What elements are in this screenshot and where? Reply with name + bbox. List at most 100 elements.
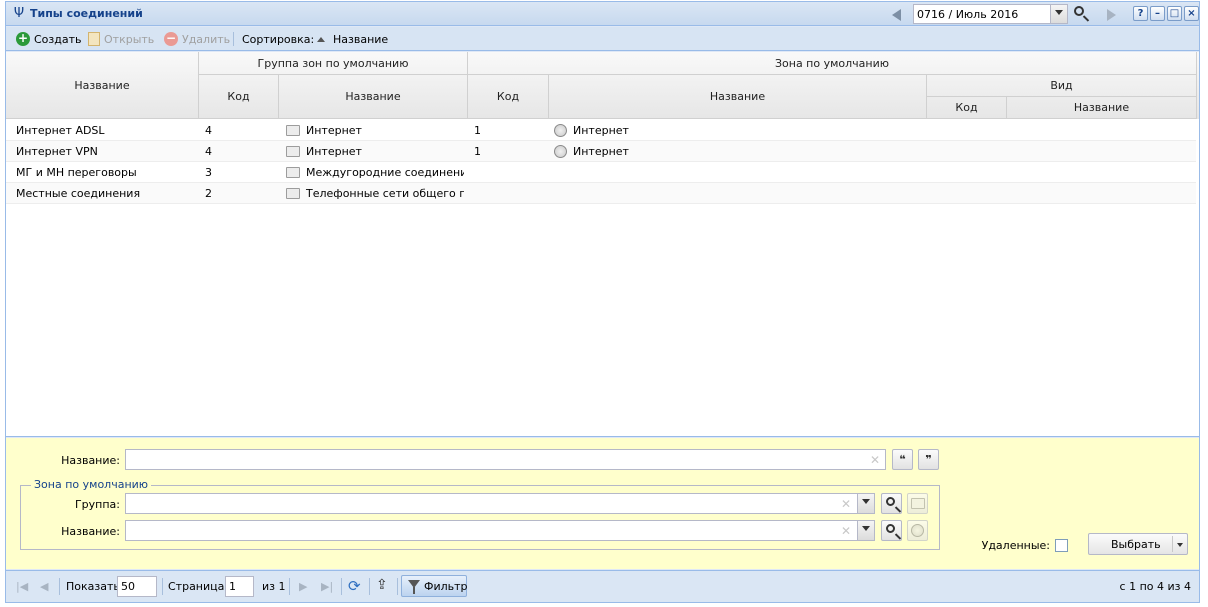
- period-next-button[interactable]: [1099, 4, 1121, 24]
- plus-icon: +: [16, 31, 30, 46]
- sort-field-label: Название: [333, 32, 389, 46]
- refresh-icon[interactable]: ⟳: [348, 577, 361, 595]
- export-icon[interactable]: ⇪: [376, 577, 388, 593]
- select-button[interactable]: Выбрать: [1088, 533, 1188, 555]
- window: Ψ Типы соединений 0716 / Июль 2016 ? – □…: [5, 1, 1200, 603]
- toolbar: + Создать Открыть − Удалить Сортировка: …: [6, 27, 1199, 51]
- arrow-right-icon: [1107, 9, 1116, 21]
- table-row[interactable]: МГ и МН переговоры 3 Междугородние соеди…: [6, 162, 1196, 183]
- filter-panel: Название: ✕ ❝ ❞ Зона по умолчанию Группа…: [6, 438, 1199, 569]
- minimize-button[interactable]: –: [1150, 6, 1165, 21]
- filter-zone-name-label: Название:: [61, 525, 120, 538]
- zone-open-button[interactable]: [907, 520, 928, 541]
- globe-icon: [911, 524, 924, 537]
- create-label: Создать: [34, 32, 82, 46]
- zone-group-icon: [286, 167, 300, 178]
- open-button[interactable]: Открыть: [88, 31, 154, 47]
- paging-separator: [59, 578, 60, 595]
- page-size-label: Показать: [66, 580, 120, 593]
- period-select[interactable]: 0716 / Июль 2016: [913, 4, 1068, 24]
- sort-field-button[interactable]: Название: [317, 31, 388, 47]
- cell-zone-code: 1: [474, 124, 481, 137]
- paging-separator: [341, 578, 342, 595]
- col-zone-name[interactable]: Название: [549, 75, 927, 119]
- paging-separator: [289, 578, 290, 595]
- cell-group-name-text: Телефонные сети общего по...: [306, 187, 464, 200]
- maximize-button[interactable]: □: [1167, 6, 1182, 21]
- first-page-icon[interactable]: |◀: [16, 580, 28, 593]
- chevron-down-icon[interactable]: [1177, 543, 1183, 547]
- filter-button-label: Фильтр: [424, 580, 468, 593]
- clear-icon[interactable]: ✕: [841, 497, 851, 511]
- cell-zone-name-text: Интернет: [573, 145, 629, 158]
- group-search-button[interactable]: [881, 493, 902, 514]
- quote-close-button[interactable]: ❞: [918, 449, 939, 470]
- close-button[interactable]: ×: [1184, 6, 1199, 21]
- prev-page-icon[interactable]: ◀: [40, 580, 48, 593]
- col-kind-code[interactable]: Код: [927, 97, 1007, 119]
- filter-zone-name-combo[interactable]: ✕: [125, 520, 875, 541]
- minus-icon: −: [164, 31, 178, 46]
- open-label: Открыть: [104, 32, 155, 46]
- chevron-down-icon: [862, 526, 870, 531]
- select-split-divider: [1172, 536, 1173, 552]
- document-icon: [88, 32, 100, 46]
- cell-group-name: Интернет: [286, 124, 464, 137]
- group-open-button[interactable]: [907, 493, 928, 514]
- col-kind-name[interactable]: Название: [1007, 97, 1197, 119]
- last-page-icon[interactable]: ▶|: [321, 580, 333, 593]
- filter-toggle-button[interactable]: Фильтр: [401, 575, 468, 597]
- cell-zone-code: 1: [474, 145, 481, 158]
- cell-name: МГ и МН переговоры: [16, 166, 137, 179]
- zone-group-icon: [286, 188, 300, 199]
- period-dropdown-trigger[interactable]: [1050, 5, 1067, 23]
- cell-zone-name-text: Интернет: [573, 124, 629, 137]
- col-group-name[interactable]: Название: [279, 75, 468, 119]
- search-icon: [886, 524, 895, 533]
- clear-icon[interactable]: ✕: [841, 524, 851, 538]
- delete-label: Удалить: [182, 32, 231, 46]
- chevron-down-icon: [862, 499, 870, 504]
- cell-zone-name: Интернет: [554, 124, 914, 137]
- arrow-left-icon: [892, 9, 901, 21]
- cell-group-code: 4: [205, 145, 212, 158]
- connection-type-icon: Ψ: [13, 6, 25, 21]
- globe-icon: [554, 145, 567, 158]
- group-dropdown-trigger[interactable]: [857, 494, 874, 513]
- col-group-code[interactable]: Код: [199, 75, 279, 119]
- paging-separator: [397, 578, 398, 595]
- clear-icon[interactable]: ✕: [870, 453, 880, 467]
- zone-group-icon: [286, 146, 300, 157]
- zone-dropdown-trigger[interactable]: [857, 521, 874, 540]
- deleted-checkbox[interactable]: [1055, 539, 1068, 552]
- default-zone-legend: Зона по умолчанию: [31, 478, 152, 491]
- period-prev-button[interactable]: [886, 4, 908, 24]
- help-button[interactable]: ?: [1133, 6, 1148, 21]
- period-search-button[interactable]: [1071, 4, 1093, 24]
- table-row[interactable]: Интернет ADSL 4 Интернет 1 Интернет: [6, 120, 1196, 141]
- table-row[interactable]: Местные соединения 2 Телефонные сети общ…: [6, 183, 1196, 204]
- cell-name: Интернет ADSL: [16, 124, 105, 137]
- deleted-label: Удаленные:: [981, 539, 1050, 552]
- zone-group-icon: [286, 125, 300, 136]
- filter-name-input[interactable]: ✕: [125, 449, 886, 470]
- filter-group-combo[interactable]: ✕: [125, 493, 875, 514]
- funnel-icon: [408, 580, 420, 594]
- sort-label-text: Сортировка:: [242, 32, 315, 46]
- cell-group-name: Телефонные сети общего по...: [286, 187, 464, 200]
- col-name[interactable]: Название: [6, 52, 199, 119]
- create-button[interactable]: + Создать: [16, 31, 82, 47]
- globe-icon: [554, 124, 567, 137]
- page-input[interactable]: 1: [225, 576, 254, 597]
- page-label: Страница: [168, 580, 225, 593]
- next-page-icon[interactable]: ▶: [299, 580, 307, 593]
- zone-search-button[interactable]: [881, 520, 902, 541]
- cell-group-name-text: Интернет: [306, 124, 362, 137]
- page-size-input[interactable]: 50: [117, 576, 157, 597]
- cell-zone-name: Интернет: [554, 145, 914, 158]
- cell-group-code: 2: [205, 187, 212, 200]
- table-row[interactable]: Интернет VPN 4 Интернет 1 Интернет: [6, 141, 1196, 162]
- delete-button[interactable]: − Удалить: [164, 31, 230, 47]
- quote-open-button[interactable]: ❝: [892, 449, 913, 470]
- col-zone-code[interactable]: Код: [468, 75, 549, 119]
